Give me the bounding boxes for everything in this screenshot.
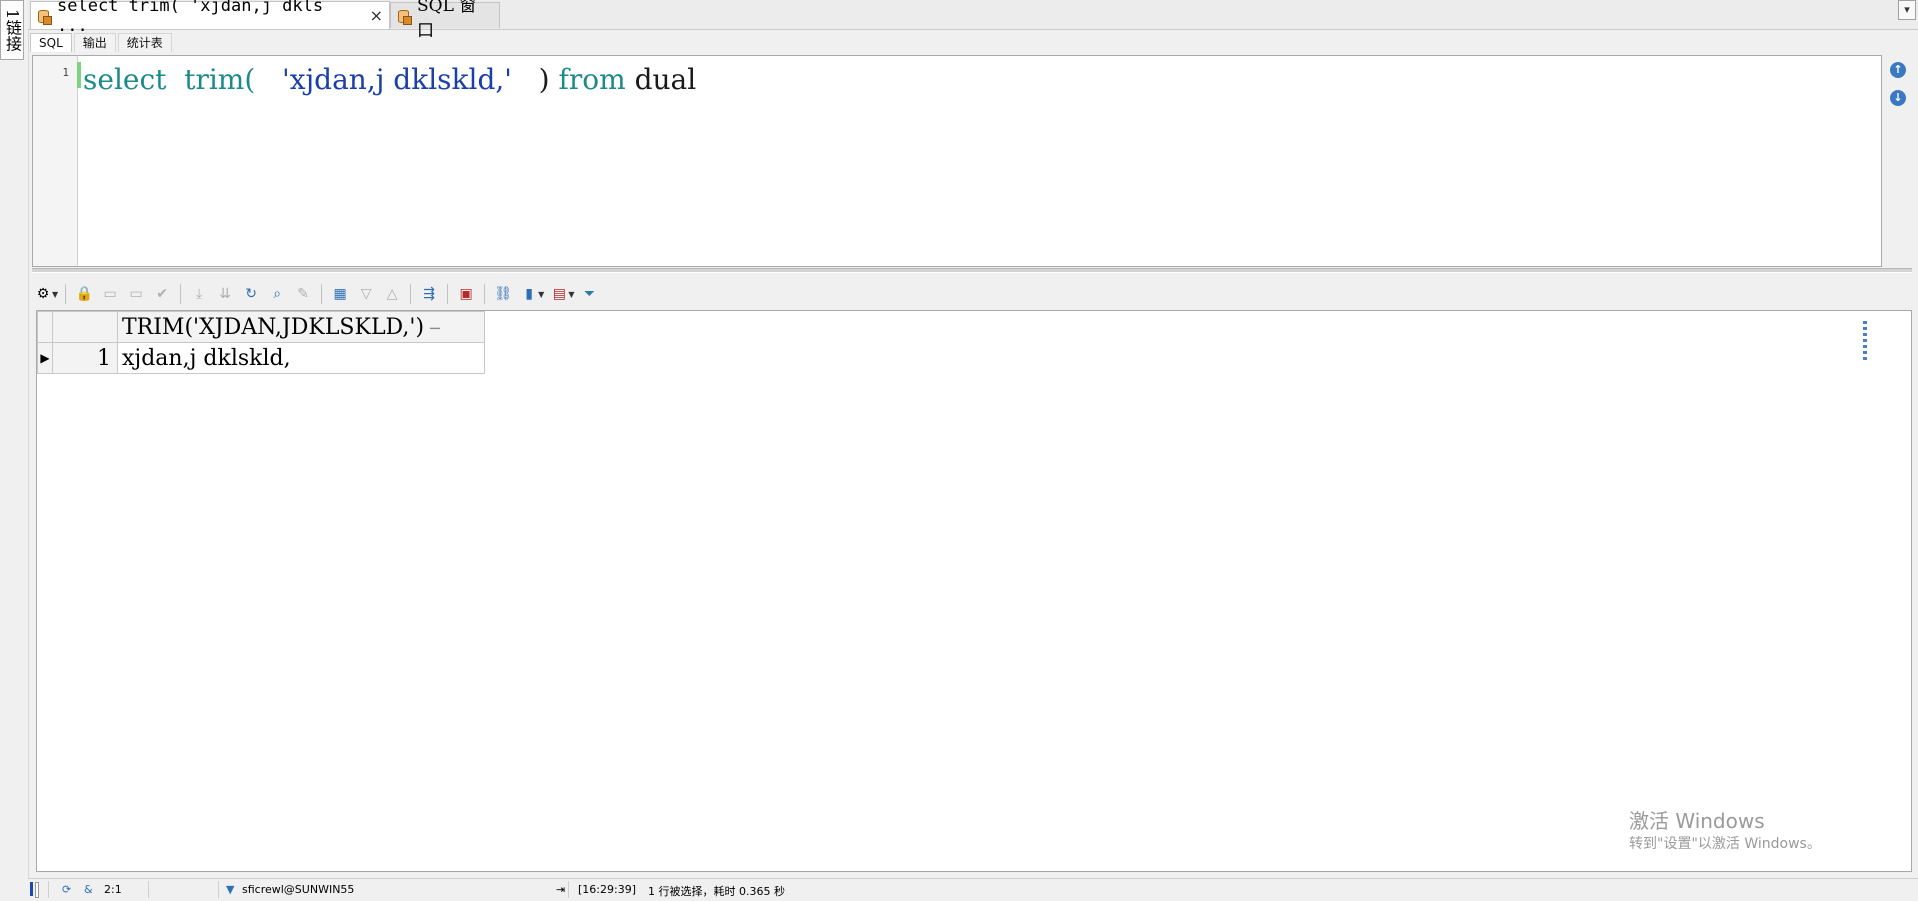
doc-tab-query-label: select trim( 'xjdan,j dkls ... [57,0,324,36]
tab-output[interactable]: 输出 [73,33,116,52]
previous-record-icon[interactable]: △ [381,283,403,305]
grid-scroll-indicator[interactable] [1863,321,1867,361]
change-marker [77,62,81,88]
column-header-label: TRIM('XJDAN,JDKLSKLD,') [122,314,425,340]
database-icon [397,8,412,25]
activation-watermark-title: 激活 Windows [1629,809,1765,833]
left-strip: 1链接 [0,0,29,900]
sql-editor[interactable]: 1 select trim( 'xjdan,j dklskld,' ) from… [32,55,1882,267]
chevron-down-icon[interactable]: ▼ [538,290,544,299]
line-gutter: 1 [33,56,78,266]
next-record-icon[interactable]: ▽ [355,283,377,305]
activation-watermark-subtitle: 转到"设置"以激活 Windows。 [1629,836,1821,852]
doc-tab-sql-window[interactable]: SQL 窗口 [390,0,500,41]
tab-sql[interactable]: SQL [30,33,72,52]
doc-tab-sql-window-label: SQL 窗口 [417,0,477,41]
chevron-down-icon[interactable]: ▼ [52,290,58,299]
keyword-select: select [83,63,167,96]
grid-header-row: TRIM('XJDAN,JDKLSKLD,') ─ [37,311,485,343]
sort-icon[interactable]: ─ [430,319,440,338]
connection-dropdown-icon[interactable]: ▼ [226,883,234,896]
cursor-position: 2:1 [104,883,122,896]
status-separator [218,881,219,898]
lock-icon[interactable]: 🔒 [73,283,95,305]
rownum-header [52,311,118,343]
find-icon[interactable]: ⌕ [266,283,288,305]
toolbar-separator [65,284,67,304]
chevron-down-icon[interactable]: ▾ [1898,0,1916,20]
arrow-up-icon[interactable]: ↑ [1890,62,1906,78]
insert-record-icon[interactable]: ▭ [99,283,121,305]
toolbar-separator [180,284,182,304]
filter-icon[interactable]: ⏷ [578,283,600,305]
query-by-example-icon[interactable]: ⇶ [418,283,440,305]
row-indicator-icon: ▶ [37,342,53,374]
close-paren: ) [538,63,550,96]
toolbar-separator [321,284,323,304]
chevron-down-icon[interactable]: ▼ [568,290,574,299]
pin-icon: ⇥ [556,883,566,896]
chart-icon[interactable]: ▮ [518,283,540,305]
fetch-next-icon[interactable]: ⤓ [188,283,210,305]
result-toolbar: ⚙ ▼ 🔒 ▭ ▭ ✔ ⤓ ⇊ ↻ ⌕ ✎ ▦ ▽ △ ⇶ ▣ ⛓ ▮ ▼ ▤ ▼ ⏷ [32,280,600,308]
result-grid: TRIM('XJDAN,JDKLSKLD,') ─ ▶ 1 xjdan,j dkl… [37,311,485,374]
status-separator [148,881,149,898]
keyword-trim: trim( [184,63,256,96]
indicator-header [37,311,53,343]
string-literal: 'xjdan,j dklskld,' [282,63,512,96]
table-row[interactable]: ▶ 1 xjdan,j dklskld, [37,342,485,374]
grid-settings-icon[interactable]: ⚙ [32,283,54,305]
delete-record-icon[interactable]: ▭ [125,283,147,305]
activity-indicator [30,882,44,898]
code-line[interactable]: select trim( 'xjdan,j dklskld,' ) from d… [83,58,696,102]
status-message: 1 行被选择，耗时 0.365 秒 [648,885,785,898]
status-time: [16:29:39] [578,883,636,896]
column-header[interactable]: TRIM('XJDAN,JDKLSKLD,') ─ [117,311,485,343]
connection-tab[interactable]: 1链接 [0,0,24,60]
database-icon [37,8,52,25]
connection-tab-label: 1链接 [3,8,22,52]
refresh-icon[interactable]: ↻ [240,283,262,305]
keyword-from: from [558,63,626,96]
status-separator [568,881,569,898]
tab-statistics[interactable]: 统计表 [117,33,172,52]
arrow-down-icon[interactable]: ↓ [1890,90,1906,106]
line-number: 1 [62,66,69,79]
clear-icon[interactable]: ✎ [292,283,314,305]
editor-sub-tabs: SQL 输出 统计表 [30,33,174,53]
doc-tab-query[interactable]: select trim( 'xjdan,j dkls ... × [30,0,390,36]
result-grid-panel: TRIM('XJDAN,JDKLSKLD,') ─ ▶ 1 xjdan,j dkl… [36,310,1912,872]
fetch-last-icon[interactable]: ⇊ [214,283,236,305]
close-icon[interactable]: × [370,6,383,25]
toolbar-separator [447,284,449,304]
document-tab-bar: select trim( 'xjdan,j dkls ... × SQL 窗口 … [28,0,1918,41]
ampersand-icon[interactable]: & [84,883,93,896]
export-icon[interactable]: ▤ [548,283,570,305]
connection-info[interactable]: sficrewl@SUNWIN55 [242,883,354,896]
link-icon[interactable]: ⛓ [492,283,514,305]
save-icon[interactable]: ▣ [455,283,477,305]
post-changes-icon[interactable]: ✔ [151,283,173,305]
pane-splitter[interactable] [32,268,1912,273]
status-bar: ⟳ & 2:1 ▼ sficrewl@SUNWIN55 ⇥ [16:29:39]… [28,878,1918,901]
toolbar-separator [410,284,412,304]
transaction-icon[interactable]: ⟳ [62,883,71,896]
grid-cell[interactable]: xjdan,j dklskld, [117,342,485,374]
single-record-view-icon[interactable]: ▦ [329,283,351,305]
toolbar-separator [484,284,486,304]
row-number: 1 [52,342,118,374]
status-separator [48,881,49,898]
table-name: dual [634,63,697,96]
